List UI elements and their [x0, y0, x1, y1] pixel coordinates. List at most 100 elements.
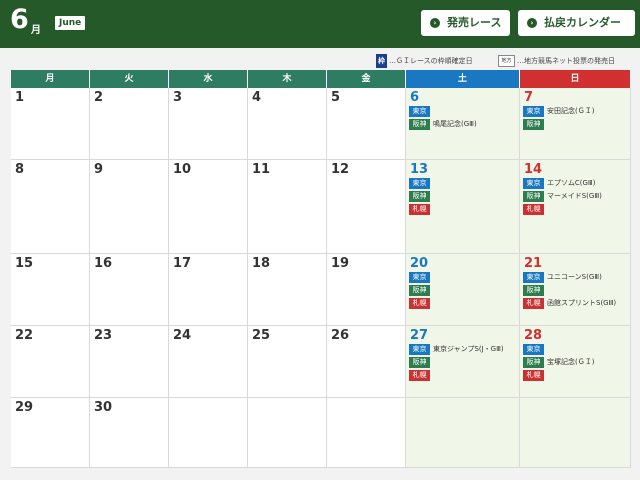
race-name-link[interactable]: 鳴尾記念(GⅢ): [433, 120, 477, 128]
race-venue-row[interactable]: 阪神 宝塚記念(ＧＩ): [523, 357, 594, 368]
day-cell-24: 24: [169, 326, 248, 398]
day-number: 15: [15, 256, 34, 271]
race-venue-row[interactable]: 阪神: [523, 285, 547, 296]
day-number: 26: [331, 328, 350, 343]
day-number: 2: [94, 90, 104, 105]
day-cell-7: 7 東京 安田記念(ＧＩ) 阪神: [520, 88, 631, 160]
race-name-link[interactable]: エプソムC(GⅢ): [547, 179, 595, 187]
race-venue-row[interactable]: 東京 ユニコーンS(GⅢ): [523, 272, 602, 283]
race-venue-row[interactable]: 阪神 マーメイドS(GⅢ): [523, 191, 602, 202]
day-number: 7: [524, 90, 534, 105]
day-cell-empty: [169, 398, 248, 468]
venue-tag-tokyo[interactable]: 東京: [409, 344, 430, 355]
venue-tag-hanshin[interactable]: 阪神: [409, 285, 430, 296]
venue-tag-sapporo[interactable]: 札幌: [409, 204, 430, 215]
race-venue-row[interactable]: 東京: [409, 178, 433, 189]
venue-tag-sapporo[interactable]: 札幌: [523, 370, 544, 381]
day-cell-15: 15: [11, 254, 90, 326]
day-number: 12: [331, 162, 350, 177]
race-venue-row[interactable]: 東京 エプソムC(GⅢ): [523, 178, 595, 189]
race-venue-row[interactable]: 東京 東京ジャンプS(J・GⅢ): [409, 344, 504, 355]
day-cell-26: 26: [327, 326, 406, 398]
weekday-header-thu: 木: [248, 70, 327, 88]
race-venue-row[interactable]: 札幌: [409, 298, 433, 309]
sale-races-button[interactable]: › 発売レース: [421, 10, 510, 36]
weekday-header-tue: 火: [90, 70, 169, 88]
venue-tag-hanshin[interactable]: 阪神: [523, 119, 544, 130]
venue-tag-tokyo[interactable]: 東京: [409, 272, 430, 283]
venue-tag-tokyo[interactable]: 東京: [523, 272, 544, 283]
venue-tag-sapporo[interactable]: 札幌: [523, 204, 544, 215]
day-cell-empty: [248, 398, 327, 468]
day-number: 25: [252, 328, 271, 343]
race-name-link[interactable]: ユニコーンS(GⅢ): [547, 273, 602, 281]
venue-tag-sapporo[interactable]: 札幌: [409, 298, 430, 309]
venue-tag-tokyo[interactable]: 東京: [409, 106, 430, 117]
day-cell-6: 6 東京阪神 鳴尾記念(GⅢ): [406, 88, 520, 160]
day-number: 11: [252, 162, 271, 177]
weekday-header-mon: 月: [11, 70, 90, 88]
race-venue-row[interactable]: 阪神: [523, 119, 547, 130]
day-cell-16: 16: [90, 254, 169, 326]
race-venue-row[interactable]: 札幌 函館スプリントS(GⅢ): [523, 298, 616, 309]
top-header: 6 月 June › 発売レース › 払戻カレンダー: [0, 0, 640, 48]
race-venue-row[interactable]: 阪神 鳴尾記念(GⅢ): [409, 119, 477, 130]
race-name-link[interactable]: マーメイドS(GⅢ): [547, 192, 602, 200]
g1-draw-badge: 枠: [376, 54, 387, 68]
day-number: 21: [524, 256, 543, 271]
weekday-header-sun: 日: [520, 70, 631, 88]
g1-draw-legend-text: …ＧＩレースの枠順確定日: [389, 57, 473, 65]
race-venue-row[interactable]: 札幌: [409, 370, 433, 381]
race-venue-row[interactable]: 阪神: [409, 357, 433, 368]
venue-tag-sapporo[interactable]: 札幌: [523, 298, 544, 309]
day-number: 1: [15, 90, 25, 105]
local-racing-badge: 地方: [498, 55, 515, 67]
venue-tag-tokyo[interactable]: 東京: [409, 178, 430, 189]
race-venue-row[interactable]: 阪神: [409, 191, 433, 202]
day-cell-9: 9: [90, 160, 169, 254]
sale-races-label: 発売レース: [447, 16, 502, 29]
venue-tag-hanshin[interactable]: 阪神: [409, 357, 430, 368]
weekday-header-wed: 水: [169, 70, 248, 88]
day-cell-11: 11: [248, 160, 327, 254]
race-name-link[interactable]: 宝塚記念(ＧＩ): [547, 358, 594, 366]
venue-tag-hanshin[interactable]: 阪神: [523, 357, 544, 368]
venue-tag-tokyo[interactable]: 東京: [523, 344, 544, 355]
day-cell-19: 19: [327, 254, 406, 326]
day-number: 10: [173, 162, 192, 177]
race-venue-row[interactable]: 東京 安田記念(ＧＩ): [523, 106, 594, 117]
race-venue-row[interactable]: 札幌: [523, 204, 547, 215]
day-number: 27: [410, 328, 429, 343]
venue-tag-hanshin[interactable]: 阪神: [409, 119, 430, 130]
race-venue-row[interactable]: 札幌: [523, 370, 547, 381]
race-venue-row[interactable]: 札幌: [409, 204, 433, 215]
legend: 枠 …ＧＩレースの枠順確定日 地方 …地方競馬ネット投票の発売日: [0, 54, 640, 68]
month-number: 6: [10, 4, 29, 35]
race-venue-row[interactable]: 阪神: [409, 285, 433, 296]
day-number: 6: [410, 90, 420, 105]
venue-tag-hanshin[interactable]: 阪神: [523, 191, 544, 202]
day-cell-2: 2: [90, 88, 169, 160]
chevron-circle-right-icon: ›: [527, 18, 537, 28]
venue-tag-tokyo[interactable]: 東京: [523, 178, 544, 189]
weekday-header-fri: 金: [327, 70, 406, 88]
race-venue-row[interactable]: 東京: [409, 272, 433, 283]
race-name-link[interactable]: 函館スプリントS(GⅢ): [547, 299, 616, 307]
day-cell-22: 22: [11, 326, 90, 398]
day-number: 18: [252, 256, 271, 271]
venue-tag-tokyo[interactable]: 東京: [523, 106, 544, 117]
day-number: 24: [173, 328, 192, 343]
day-cell-17: 17: [169, 254, 248, 326]
day-cell-30: 30: [90, 398, 169, 468]
venue-tag-sapporo[interactable]: 札幌: [409, 370, 430, 381]
venue-tag-hanshin[interactable]: 阪神: [523, 285, 544, 296]
race-name-link[interactable]: 安田記念(ＧＩ): [547, 107, 594, 115]
weekday-header-sat: 土: [406, 70, 520, 88]
payout-calendar-button[interactable]: › 払戻カレンダー: [518, 10, 635, 36]
race-venue-row[interactable]: 東京: [523, 344, 547, 355]
venue-tag-hanshin[interactable]: 阪神: [409, 191, 430, 202]
calendar-grid: 月火水木金土日 1 2 3 4 5 6 東京 阪神 鳴尾記念(GⅢ) 7 東京 安田記念(ＧＩ) 阪神 8 9…: [11, 70, 631, 468]
day-cell-13: 13 東京 阪神 札幌: [406, 160, 520, 254]
race-venue-row[interactable]: 東京: [409, 106, 433, 117]
race-name-link[interactable]: 東京ジャンプS(J・GⅢ): [433, 345, 504, 353]
